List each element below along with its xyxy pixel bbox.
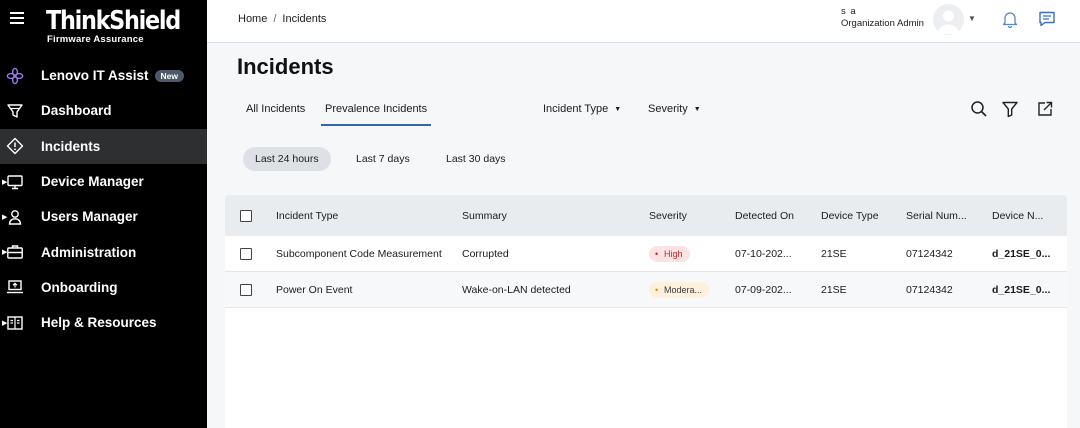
select-all-checkbox[interactable] (240, 209, 252, 222)
top-bar: Home / Incidents s a Organization Admin ▼ (207, 0, 1080, 43)
sidebar-item-label: Dashboard (41, 103, 112, 119)
column-header-serial-number[interactable]: Serial Num... (906, 210, 967, 222)
cell-summary: Corrupted (462, 247, 509, 260)
breadcrumb-home[interactable]: Home (238, 13, 267, 25)
alert-diamond-icon (6, 137, 24, 155)
incident-type-dropdown[interactable]: Incident Type ▼ (543, 103, 621, 115)
search-icon[interactable] (970, 100, 988, 118)
chat-icon[interactable] (1038, 10, 1056, 33)
book-icon (6, 314, 24, 332)
severity-label: Severity (648, 103, 688, 115)
chevron-down-icon[interactable]: ▼ (968, 14, 976, 23)
column-header-incident-type[interactable]: Incident Type (276, 210, 338, 222)
breadcrumb: Home / Incidents (238, 13, 326, 25)
sidebar: ThinkShield Firmware Assurance Lenovo IT… (0, 0, 207, 428)
cell-serial-number: 07124342 (906, 283, 953, 296)
sidebar-item-label: Administration (41, 244, 137, 260)
table-row[interactable]: Power On Event Wake-on-LAN detected Mode… (225, 272, 1067, 308)
column-header-detected-on[interactable]: Detected On (735, 210, 794, 222)
time-range-24-hours[interactable]: Last 24 hours (243, 147, 331, 171)
logo-brand: ThinkShield (46, 6, 181, 36)
sidebar-nav: Lenovo IT Assist New Dashboard Incidents … (0, 58, 207, 340)
laptop-upload-icon (6, 278, 24, 296)
row-checkbox[interactable] (240, 283, 252, 296)
sidebar-item-lenovo-it-assist[interactable]: Lenovo IT Assist New (0, 58, 207, 93)
cell-incident-type: Power On Event (276, 283, 353, 296)
cell-device-name[interactable]: d_21SE_0... (992, 284, 1050, 296)
sidebar-item-help-resources[interactable]: ▶ Help & Resources (0, 305, 207, 340)
sidebar-item-device-manager[interactable]: ▶ Device Manager (0, 164, 207, 199)
severity-badge-moderate: Modera... (649, 281, 710, 298)
column-header-summary[interactable]: Summary (462, 210, 507, 222)
chevron-down-icon: ▼ (693, 106, 701, 113)
time-range-30-days[interactable]: Last 30 days (434, 147, 518, 171)
sidebar-item-onboarding[interactable]: Onboarding (0, 270, 207, 305)
sidebar-item-label: Help & Resources (41, 315, 157, 331)
severity-badge-high: High (649, 245, 690, 262)
column-header-severity[interactable]: Severity (649, 210, 687, 222)
user-role: Organization Admin (841, 18, 924, 29)
chevron-down-icon: ▼ (614, 106, 622, 113)
filter-icon[interactable] (1001, 100, 1019, 118)
briefcase-icon (6, 243, 24, 261)
avatar[interactable] (933, 4, 964, 35)
user-icon (6, 208, 24, 226)
hamburger-menu-icon[interactable] (10, 12, 24, 27)
sidebar-item-users-manager[interactable]: ▶ Users Manager (0, 199, 207, 234)
cell-serial-number: 07124342 (906, 247, 953, 260)
sidebar-item-label: Incidents (41, 138, 101, 154)
sidebar-item-administration[interactable]: ▶ Administration (0, 234, 207, 269)
new-badge: New (154, 70, 185, 83)
sidebar-item-dashboard[interactable]: Dashboard (0, 93, 207, 128)
table-row[interactable]: Subcomponent Code Measurement Corrupted … (225, 236, 1067, 272)
sidebar-item-label: Lenovo IT Assist (41, 68, 149, 84)
time-range-7-days[interactable]: Last 7 days (344, 147, 422, 171)
funnel-chart-icon (6, 102, 24, 120)
thinkshield-logo[interactable]: ThinkShield Firmware Assurance (46, 7, 202, 45)
sidebar-item-label: Device Manager (41, 174, 144, 190)
user-info[interactable]: s a Organization Admin (841, 6, 924, 30)
cell-incident-type: Subcomponent Code Measurement (276, 247, 442, 260)
row-checkbox[interactable] (240, 247, 252, 260)
cell-summary: Wake-on-LAN detected (462, 283, 571, 296)
cell-detected-on: 07-09-202... (735, 283, 792, 296)
cell-device-name[interactable]: d_21SE_0... (992, 248, 1050, 260)
table-header: Incident Type Summary Severity Detected … (225, 195, 1067, 236)
tab-prevalence-incidents[interactable]: Prevalence Incidents (320, 103, 432, 126)
tab-all-incidents[interactable]: All Incidents (246, 103, 305, 115)
cell-device-type: 21SE (821, 283, 847, 296)
export-icon[interactable] (1036, 100, 1054, 118)
flower-icon (6, 67, 24, 85)
sidebar-item-label: Onboarding (41, 279, 118, 295)
incidents-table: Incident Type Summary Severity Detected … (225, 195, 1067, 428)
page-title: Incidents (237, 54, 334, 79)
cell-device-type: 21SE (821, 247, 847, 260)
column-header-device-type[interactable]: Device Type (821, 210, 879, 222)
severity-dropdown[interactable]: Severity ▼ (648, 103, 701, 115)
avatar-icon (938, 10, 959, 34)
bell-icon[interactable] (1002, 10, 1018, 33)
sidebar-item-label: Users Manager (41, 209, 138, 225)
monitor-icon (6, 173, 24, 191)
cell-detected-on: 07-10-202... (735, 247, 792, 260)
breadcrumb-separator: / (273, 13, 277, 25)
sidebar-item-incidents[interactable]: Incidents (0, 128, 207, 164)
incident-type-label: Incident Type (543, 103, 609, 115)
breadcrumb-current: Incidents (282, 13, 327, 25)
column-header-device-name[interactable]: Device N... (992, 210, 1043, 222)
user-name: s a (841, 6, 857, 17)
